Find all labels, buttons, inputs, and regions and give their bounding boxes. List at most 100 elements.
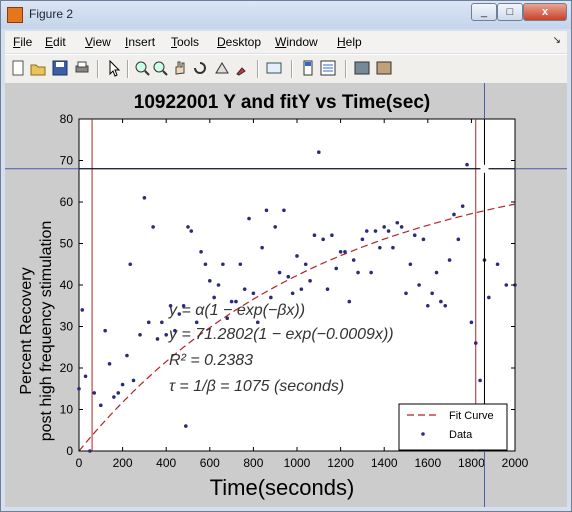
menu-desktop[interactable]: Desktop [217, 35, 261, 49]
data-point [382, 225, 387, 229]
figure-canvas[interactable]: 0 200 400 600 800 1000 1200 1400 1600 1800 2000 0 10… [5, 83, 567, 507]
zoom-in-icon[interactable] [133, 59, 151, 77]
link-plot-icon[interactable] [265, 59, 283, 77]
open-file-icon[interactable] [29, 59, 47, 77]
data-point [439, 299, 443, 304]
data-point [487, 295, 491, 300]
data-point [264, 208, 269, 213]
data-point [378, 245, 382, 250]
data-point [242, 287, 247, 291]
data-point [103, 328, 107, 333]
toolbar-separator [291, 60, 293, 78]
data-point [251, 291, 256, 296]
menu-tools[interactable]: Tools [171, 35, 199, 49]
data-point [312, 233, 317, 237]
data-point [330, 233, 334, 237]
equation-annotation: y = α(1 − exp(−βx)) [168, 302, 305, 319]
x-axis-label: Time(seconds) [210, 475, 355, 500]
x-tick-label: 1600 [414, 456, 441, 470]
colorbar-icon[interactable] [299, 59, 317, 77]
data-point [399, 225, 404, 229]
rotate-3d-icon[interactable] [191, 59, 209, 77]
data-point [186, 225, 190, 229]
data-point [92, 391, 97, 395]
menu-insert[interactable]: Insert [125, 35, 155, 49]
data-point [412, 233, 417, 237]
data-point [269, 295, 273, 300]
data-point [426, 303, 430, 308]
data-point [495, 262, 500, 267]
data-point [247, 216, 251, 221]
y-axis-label-line1: Percent Recovery [18, 267, 35, 394]
data-point [277, 270, 282, 275]
data-point [189, 229, 194, 233]
show-plot-tools-icon[interactable] [375, 59, 393, 77]
data-point [194, 320, 199, 325]
hide-plot-tools-icon[interactable] [353, 59, 371, 77]
data-point [373, 229, 378, 233]
close-button[interactable]: x [523, 3, 567, 21]
menu-edit[interactable]: Edit [45, 35, 66, 49]
data-point [469, 320, 474, 325]
data-point [408, 262, 413, 267]
menu-file[interactable]: File [13, 35, 32, 49]
data-cursor-icon[interactable] [213, 59, 231, 77]
menu-window[interactable]: Window [275, 35, 318, 49]
legend-fit-label: Fit Curve [449, 410, 494, 422]
y-tick-label: 20 [60, 361, 74, 375]
data-point [142, 196, 147, 200]
data-point [369, 270, 373, 275]
x-tick-label: 800 [243, 456, 263, 470]
x-tick-label: 1000 [284, 456, 311, 470]
menu-help[interactable]: Help [337, 35, 362, 49]
y-tick-label: 30 [60, 320, 74, 334]
maximize-button[interactable]: □ [497, 3, 523, 21]
data-point [151, 225, 155, 229]
data-point [80, 308, 85, 312]
print-icon[interactable] [73, 59, 91, 77]
data-point [131, 378, 136, 383]
crosshair-center [480, 164, 489, 173]
data-point [404, 291, 408, 296]
data-point [208, 279, 212, 283]
y-tick-label: 40 [60, 278, 74, 292]
data-point [216, 283, 221, 287]
brush-icon[interactable] [233, 59, 251, 77]
data-point [255, 320, 260, 325]
zoom-out-icon[interactable] [151, 59, 169, 77]
data-point [473, 341, 478, 345]
data-point [395, 220, 400, 225]
data-point [212, 295, 216, 300]
data-point [199, 250, 203, 254]
menu-view[interactable]: View [85, 35, 111, 49]
data-point [443, 303, 448, 308]
data-point [460, 204, 465, 208]
dock-arrow-icon[interactable]: ↘ [553, 35, 561, 46]
toolbar-separator [257, 60, 259, 78]
legend[interactable]: Fit Curve Data [398, 403, 508, 451]
title-bar[interactable]: Figure 2 _ □ x [1, 1, 571, 29]
arrow-pointer-icon[interactable] [105, 59, 123, 77]
matlab-icon [7, 7, 23, 23]
x-tick-label: 1200 [327, 456, 354, 470]
x-tick-label: 200 [113, 456, 133, 470]
x-tick-label: 600 [200, 456, 220, 470]
minimize-button[interactable]: _ [471, 3, 497, 21]
legend-data-label: Data [449, 429, 473, 441]
data-point [286, 274, 291, 279]
data-point [321, 237, 325, 242]
y-tick-label: 50 [60, 237, 74, 251]
save-icon[interactable] [51, 59, 69, 77]
data-point [290, 291, 295, 296]
data-point [120, 382, 125, 387]
data-point [334, 266, 339, 271]
data-point [112, 395, 116, 399]
data-point [452, 212, 456, 217]
data-point [155, 337, 160, 341]
legend-icon[interactable] [319, 59, 337, 77]
plot-svg[interactable]: 0 200 400 600 800 1000 1200 1400 1600 1800 2000 0 10… [5, 83, 567, 507]
pan-hand-icon[interactable] [171, 59, 189, 77]
new-figure-icon[interactable] [9, 59, 27, 77]
data-point [421, 237, 426, 242]
chart-title: 10922001 Y and fitY vs Time(sec) [134, 92, 430, 113]
